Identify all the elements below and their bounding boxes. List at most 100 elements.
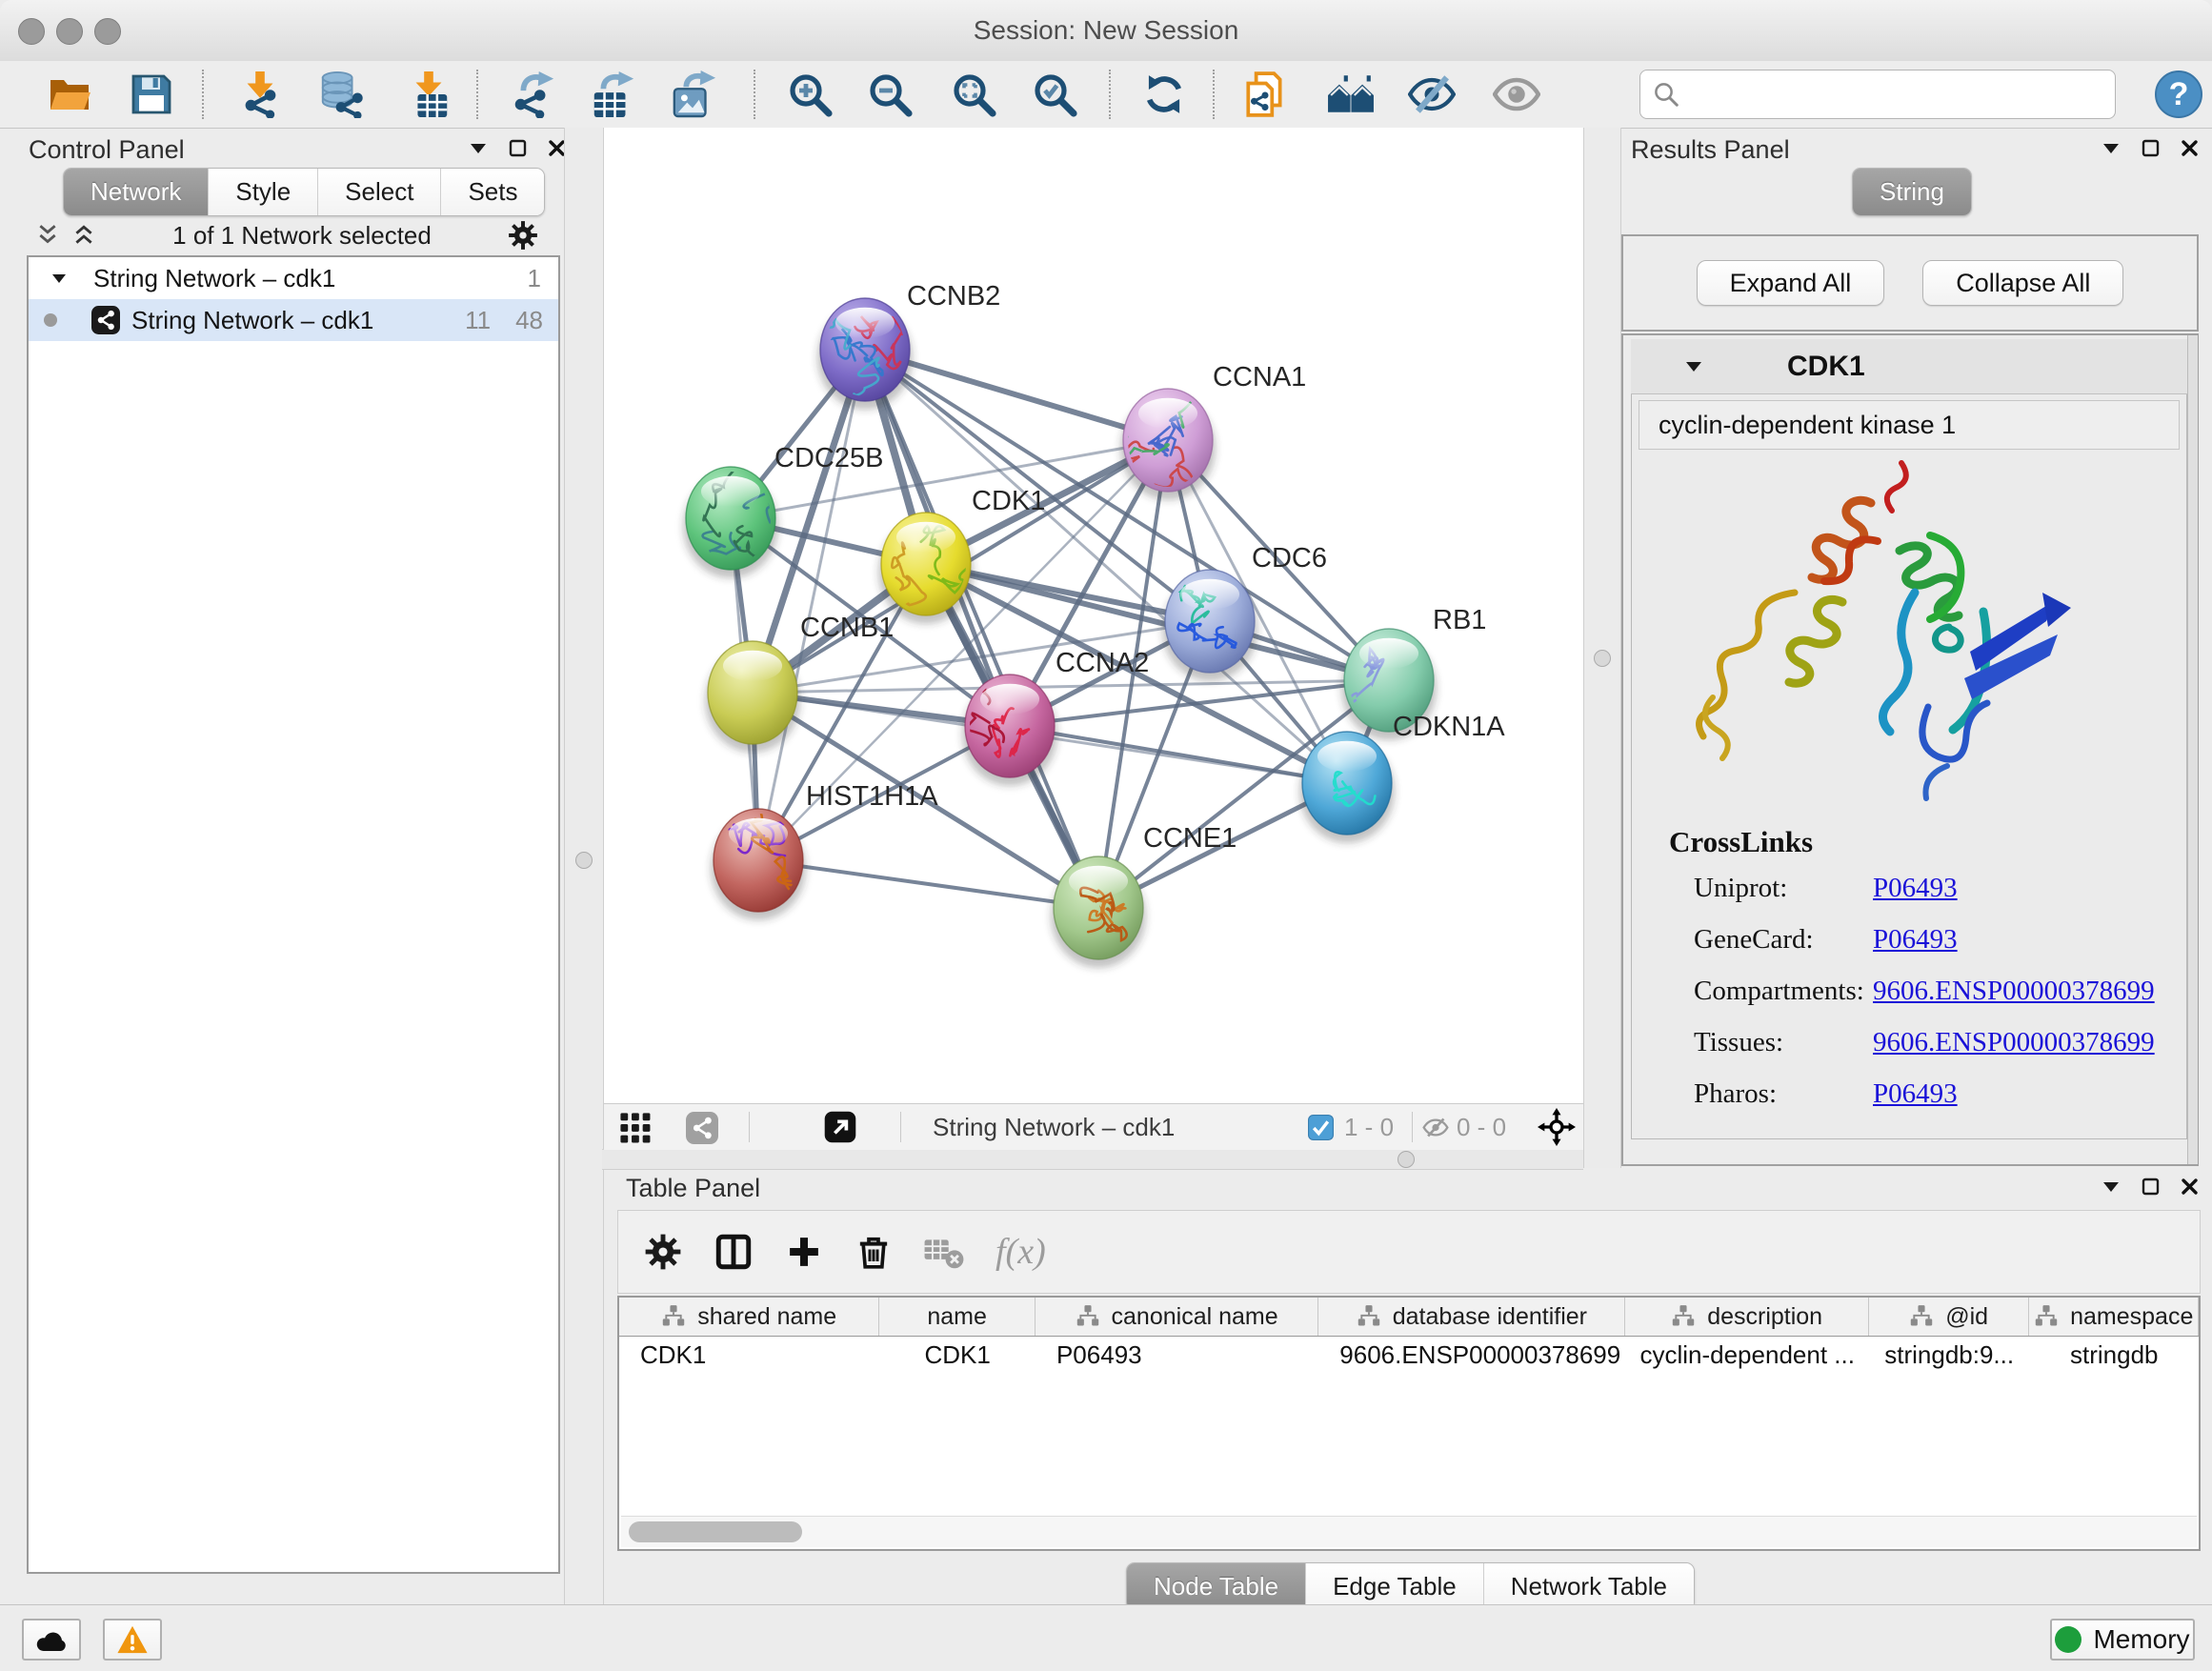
right-splitter[interactable] [1583, 128, 1621, 1168]
results-scrollbar[interactable] [2187, 335, 2198, 1164]
add-column-icon[interactable] [784, 1232, 824, 1272]
import-network-database-button[interactable] [316, 70, 366, 119]
copy-network-button[interactable] [1240, 70, 1290, 119]
zoom-fit-button[interactable] [949, 70, 998, 119]
table-cell[interactable]: CDK1 [879, 1337, 1036, 1373]
selected-checkbox-icon[interactable] [1308, 1115, 1334, 1140]
column-header-shared-name[interactable]: shared name [619, 1298, 879, 1336]
warnings-button[interactable] [103, 1619, 162, 1661]
network-row[interactable]: String Network – cdk1 11 48 [29, 299, 558, 341]
expand-all-button[interactable]: Expand All [1697, 260, 1885, 306]
table-cell[interactable]: stringdb:9... [1869, 1337, 2030, 1373]
panel-menu-icon[interactable] [2101, 142, 2121, 154]
entry-collapse-icon[interactable] [1684, 360, 1703, 372]
table-settings-gear-icon[interactable] [643, 1232, 683, 1272]
tab-select[interactable]: Select [318, 169, 441, 215]
collapse-all-chevron-icon[interactable] [34, 224, 61, 247]
help-button[interactable]: ? [2155, 70, 2202, 118]
crosslink-link[interactable]: P06493 [1873, 924, 1958, 956]
panel-menu-icon[interactable] [2101, 1180, 2121, 1193]
import-network-file-button[interactable] [235, 70, 285, 119]
column-header-description[interactable]: description [1625, 1298, 1868, 1336]
tree-expand-icon[interactable] [51, 273, 67, 284]
tab-string[interactable]: String [1853, 169, 1971, 215]
network-view-mode-icon[interactable] [686, 1112, 718, 1144]
table-cell[interactable]: stringdb [2029, 1337, 2199, 1373]
result-entry-header[interactable]: CDK1 [1631, 339, 2187, 394]
detach-view-icon[interactable] [824, 1111, 856, 1143]
panel-close-icon[interactable] [2181, 139, 2199, 157]
scrollbar-thumb[interactable] [629, 1521, 802, 1542]
panel-close-icon[interactable] [2181, 1178, 2199, 1196]
network-node-CCNE1[interactable] [1051, 856, 1146, 968]
panel-menu-icon[interactable] [469, 142, 488, 154]
import-table-button[interactable] [404, 70, 453, 119]
network-node-CDK1[interactable] [878, 513, 974, 624]
network-edge[interactable] [758, 860, 1098, 908]
network-node-CCNA2[interactable] [962, 662, 1057, 786]
crosslink-link[interactable]: P06493 [1873, 1078, 1958, 1110]
export-table-button[interactable] [588, 70, 637, 119]
first-neighbors-button[interactable] [1326, 70, 1376, 119]
zoom-out-button[interactable] [865, 70, 915, 119]
show-columns-icon[interactable] [714, 1232, 754, 1272]
network-view[interactable]: CCNB2CCNA1CDC25BCDK1CDC6RB1CCNB1CCNA2CDK… [604, 128, 1583, 1103]
delete-column-icon[interactable] [855, 1233, 893, 1271]
column-header-namespace[interactable]: namespace [2029, 1298, 2199, 1336]
crosslink-link[interactable]: P06493 [1873, 873, 1958, 904]
network-node-CCNB1[interactable] [705, 641, 800, 753]
table-row[interactable]: CDK1CDK1P064939606.ENSP00000378699cyclin… [619, 1337, 2199, 1373]
column-header--id[interactable]: @id [1869, 1298, 2030, 1336]
table-horizontal-scrollbar[interactable] [621, 1516, 2197, 1547]
panel-float-icon[interactable] [509, 139, 527, 157]
search-input[interactable] [1680, 79, 2094, 111]
table-cell[interactable]: P06493 [1036, 1337, 1318, 1373]
export-image-button[interactable] [669, 70, 718, 119]
bottom-splitter-handle[interactable] [1398, 1151, 1415, 1168]
network-node-HIST1H1A[interactable] [711, 804, 806, 920]
crosslink-link[interactable]: 9606.ENSP00000378699 [1873, 976, 2155, 1007]
fit-selection-crosshair-icon[interactable] [1538, 1108, 1576, 1146]
table-cell[interactable]: CDK1 [619, 1337, 879, 1373]
column-header-name[interactable]: name [879, 1298, 1036, 1336]
zoom-in-button[interactable] [785, 70, 835, 119]
zoom-selected-button[interactable] [1030, 70, 1079, 119]
network-canvas[interactable]: CCNB2CCNA1CDC25BCDK1CDC6RB1CCNB1CCNA2CDK… [604, 128, 1583, 1103]
tab-node-table[interactable]: Node Table [1127, 1563, 1306, 1610]
show-all-button[interactable] [1492, 70, 1541, 119]
panel-float-icon[interactable] [2142, 139, 2160, 157]
grid-view-icon[interactable] [619, 1112, 652, 1144]
network-node-CDC25B[interactable] [683, 467, 783, 578]
network-node-CDC6[interactable] [1162, 570, 1257, 681]
tab-network[interactable]: Network [64, 169, 209, 215]
tab-edge-table[interactable]: Edge Table [1306, 1563, 1484, 1610]
hide-selected-button[interactable] [1407, 70, 1457, 119]
network-collection-row[interactable]: String Network – cdk1 1 [29, 257, 558, 299]
network-node-CCNA1[interactable] [1106, 361, 1216, 500]
bottom-splitter[interactable] [602, 1149, 1583, 1170]
table-cell[interactable]: 9606.ENSP00000378699 [1318, 1337, 1625, 1373]
network-node-CCNB2[interactable] [817, 298, 913, 410]
crosslink-link[interactable]: 9606.ENSP00000378699 [1873, 1027, 2155, 1058]
cloud-button[interactable] [22, 1619, 81, 1661]
refresh-button[interactable] [1139, 70, 1189, 119]
export-network-button[interactable] [508, 70, 557, 119]
tab-network-table[interactable]: Network Table [1484, 1563, 1694, 1610]
expand-all-chevron-icon[interactable] [70, 224, 97, 247]
column-header-database-identifier[interactable]: database identifier [1318, 1298, 1625, 1336]
hidden-eye-slash-icon[interactable] [1421, 1115, 1450, 1140]
tab-sets[interactable]: Sets [441, 169, 544, 215]
collapse-all-button[interactable]: Collapse All [1922, 260, 2123, 306]
network-node-CDKN1A[interactable] [1299, 732, 1395, 843]
panel-float-icon[interactable] [2142, 1178, 2160, 1196]
memory-button[interactable]: Memory [2050, 1619, 2195, 1661]
search-field[interactable] [1639, 70, 2116, 119]
right-splitter-handle[interactable] [1594, 650, 1611, 667]
table-cell[interactable]: cyclin-dependent ... [1626, 1337, 1869, 1373]
save-session-button[interactable] [127, 70, 176, 119]
open-session-button[interactable] [45, 70, 94, 119]
gear-icon[interactable] [507, 219, 539, 252]
column-header-canonical-name[interactable]: canonical name [1036, 1298, 1318, 1336]
left-splitter-handle[interactable] [575, 852, 593, 869]
tab-style[interactable]: Style [209, 169, 318, 215]
